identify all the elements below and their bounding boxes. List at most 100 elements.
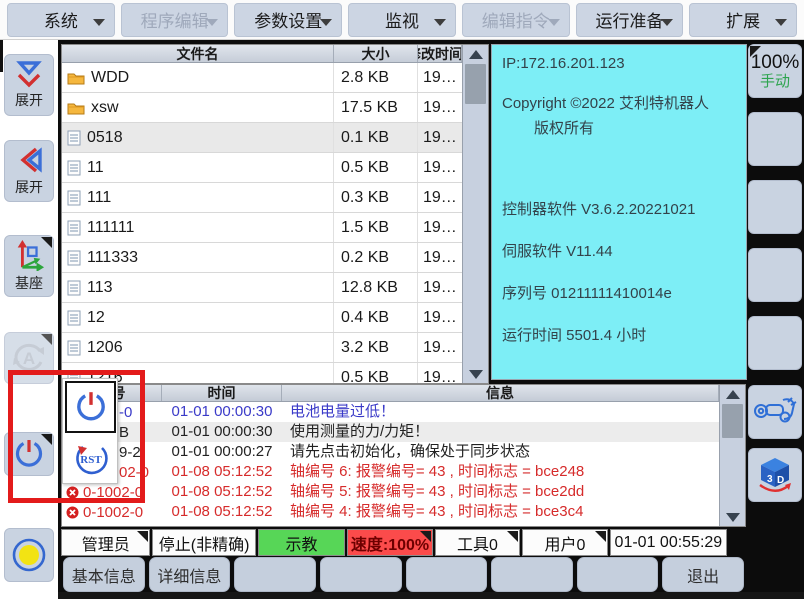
file-icon <box>67 310 81 326</box>
log-time: 01-08 05:12:52 <box>162 462 282 482</box>
chevron-down-icon <box>548 19 560 26</box>
log-table-scrollbar[interactable] <box>719 385 745 526</box>
speed-button[interactable]: 速度:100% <box>347 529 432 556</box>
file-mtime: 19… <box>418 333 462 362</box>
log-row[interactable]: 02-0 01-08 05:12:52 轴编号 6: 报警编号= 43 , 时间… <box>62 462 719 482</box>
cube-3d-icon: 3 D <box>755 455 795 495</box>
expand-left-icon <box>14 145 44 175</box>
file-icon <box>67 190 81 206</box>
file-icon <box>67 250 81 266</box>
file-size: 0.3 KB <box>334 183 418 212</box>
view-3d-button[interactable]: 3 D <box>748 448 802 502</box>
file-size: 17.5 KB <box>334 93 418 122</box>
teach-pendant-button[interactable] <box>748 385 802 439</box>
file-header-name[interactable]: 文件名 <box>62 45 334 62</box>
log-row[interactable]: B 01-01 00:00:30 使用测量的力/力矩！ <box>62 422 719 442</box>
power-flyout-menu: RST <box>62 378 118 484</box>
side-slot-button[interactable] <box>748 248 802 302</box>
menu-edit-instruction: 编辑指令 <box>462 3 570 37</box>
teach-pendant-icon <box>752 392 798 432</box>
menu-monitor[interactable]: 监视 <box>348 3 456 37</box>
log-row[interactable]: 0-1002-0 01-08 05:12:52 轴编号 5: 报警编号= 43 … <box>62 482 719 502</box>
status-lamp-button[interactable] <box>4 528 54 582</box>
speed-mode-button[interactable]: 100% 手动 <box>748 44 802 98</box>
side-slot-button[interactable] <box>748 112 802 166</box>
scroll-up-icon[interactable] <box>720 385 745 403</box>
log-row[interactable]: 0-1002-0 01-08 05:12:52 轴编号 4: 报警编号= 43 … <box>62 502 719 522</box>
tab-basic-info[interactable]: 基本信息 <box>63 557 145 592</box>
table-row[interactable]: 111 0.3 KB 19… <box>62 183 462 213</box>
run-state-label: 停止(非精确) <box>159 531 250 555</box>
chevron-down-icon <box>320 19 332 26</box>
log-time: 01-01 00:00:30 <box>162 422 282 442</box>
file-name: 111 <box>87 189 111 207</box>
reset-option-button[interactable]: RST <box>65 437 116 481</box>
menu-system[interactable]: 系统 <box>7 3 115 37</box>
folder-icon <box>67 101 85 115</box>
error-icon <box>66 486 79 499</box>
file-mtime: 19… <box>418 63 462 92</box>
menu-parameter-settings[interactable]: 参数设置 <box>234 3 342 37</box>
copyright-line2: 版权所有 <box>534 117 736 138</box>
expand-down-icon <box>14 60 44 88</box>
log-message: 轴编号 4: 报警编号= 43 , 时间标志 = bce3c4 <box>282 502 719 522</box>
tab-empty <box>491 557 573 592</box>
ip-address: IP:172.16.201.123 <box>502 55 736 72</box>
table-row[interactable]: WDD 2.8 KB 19… <box>62 63 462 93</box>
table-row[interactable]: 111333 0.2 KB 19… <box>62 243 462 273</box>
speed-label: 速度:100% <box>351 531 429 555</box>
log-row[interactable]: 9-2 01-01 00:00:27 请先点击初始化，确保处于同步状态 <box>62 442 719 462</box>
file-table-header[interactable]: 文件名 大小 修改时间 <box>62 45 462 63</box>
corner-triangle-icon <box>507 531 518 542</box>
user-frame-button[interactable]: 用户0 <box>522 529 607 556</box>
corner-triangle-icon <box>41 334 52 345</box>
log-row[interactable]: 0-1002-0 01-08 05:12:52 … <box>62 522 719 526</box>
log-header-msg: 信息 <box>282 385 719 401</box>
tool-frame-button[interactable]: 工具0 <box>435 529 520 556</box>
file-header-time[interactable]: 修改时间 <box>418 45 462 62</box>
side-slot-button[interactable] <box>748 316 802 370</box>
file-name: 1206 <box>87 339 123 357</box>
log-message: 使用测量的力/力矩！ <box>282 422 719 442</box>
expand-down-label: 展开 <box>15 90 43 110</box>
log-row[interactable]: -0 01-01 00:00:30 电池电量过低！ <box>62 402 719 422</box>
corner-triangle-icon <box>420 531 431 542</box>
file-icon <box>67 220 81 236</box>
menu-run-prepare-label: 运行准备 <box>595 7 663 32</box>
tab-detail-info[interactable]: 详细信息 <box>149 557 231 592</box>
scroll-down-icon[interactable] <box>463 365 488 383</box>
table-row[interactable]: xsw 17.5 KB 19… <box>62 93 462 123</box>
file-name: WDD <box>91 69 129 87</box>
expand-left-label: 展开 <box>15 177 43 197</box>
scroll-down-icon[interactable] <box>720 508 745 526</box>
corner-notch <box>0 40 3 72</box>
bottom-tab-bar: 基本信息 详细信息 退出 <box>61 557 746 592</box>
side-slot-button[interactable] <box>748 180 802 234</box>
copyright-line1: Copyright ©2022 艾利特机器人 <box>502 92 736 113</box>
log-header-time: 时间 <box>162 385 282 401</box>
file-header-size[interactable]: 大小 <box>334 45 418 62</box>
menu-extend[interactable]: 扩展 <box>689 3 797 37</box>
file-table: 文件名 大小 修改时间 WDD 2.8 KB 19… xsw 17.5 KB 1… <box>62 45 462 383</box>
expand-down-button[interactable]: 展开 <box>4 54 54 116</box>
scrollbar-thumb[interactable] <box>465 64 486 104</box>
base-frame-button[interactable]: 基座 <box>4 235 54 297</box>
scroll-up-icon[interactable] <box>463 45 488 63</box>
table-row[interactable]: 12 0.4 KB 19… <box>62 303 462 333</box>
power-button[interactable] <box>4 432 54 476</box>
table-row[interactable]: 1206 3.2 KB 19… <box>62 333 462 363</box>
file-table-scrollbar[interactable] <box>462 45 488 383</box>
table-row[interactable]: 11 0.5 KB 19… <box>62 153 462 183</box>
expand-left-button[interactable]: 展开 <box>4 140 54 202</box>
table-row[interactable]: 1216 0.5 KB 19… <box>62 363 462 383</box>
table-row[interactable]: 111111 1.5 KB 19… <box>62 213 462 243</box>
user-role-button[interactable]: 管理员 <box>61 529 150 556</box>
menu-run-prepare[interactable]: 运行准备 <box>576 3 684 37</box>
power-option-button[interactable] <box>65 381 116 433</box>
tab-exit[interactable]: 退出 <box>662 557 744 592</box>
error-icon <box>66 506 79 519</box>
log-message: 电池电量过低！ <box>282 402 719 422</box>
scrollbar-thumb[interactable] <box>722 404 743 438</box>
table-row[interactable]: 113 12.8 KB 19… <box>62 273 462 303</box>
table-row[interactable]: 0518 0.1 KB 19… <box>62 123 462 153</box>
